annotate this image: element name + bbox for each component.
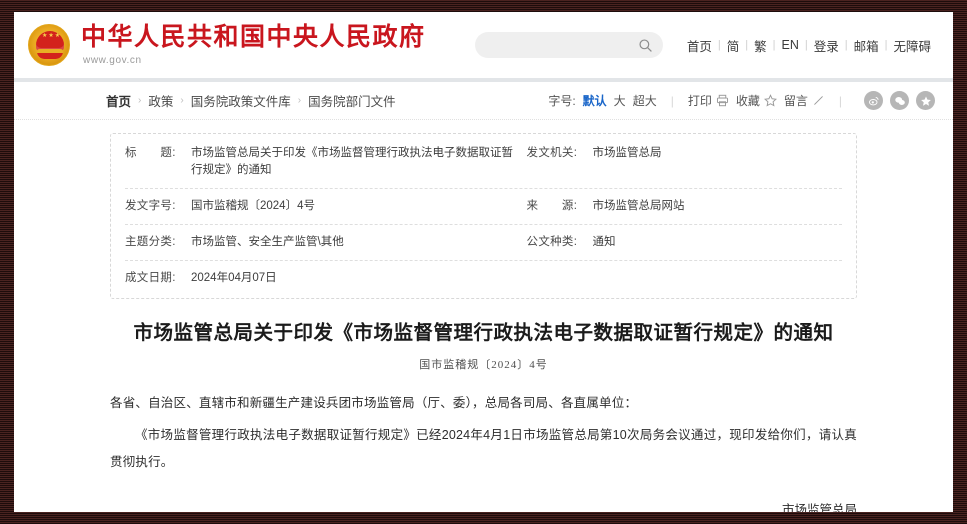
site-brand[interactable]: ★★★ 中华人民共和国中央人民政府 www.gov.cn xyxy=(14,24,426,66)
wechat-icon[interactable] xyxy=(890,91,909,110)
header-link-accessibility[interactable]: 无障碍 xyxy=(887,36,937,55)
breadcrumb-item-policy-library[interactable]: 国务院政策文件库 xyxy=(191,91,291,110)
site-url: www.gov.cn xyxy=(83,55,142,66)
favorite-label: 收藏 xyxy=(735,94,760,108)
search-input[interactable] xyxy=(488,39,638,51)
toolbar-actions: 字号: 默认 大 超大 | 打印 收藏 留言 | xyxy=(548,91,935,110)
meta-source-value: 市场监管总局网站 xyxy=(592,200,685,212)
header-link-home[interactable]: 首页 xyxy=(681,36,718,55)
document-body: 市场监管总局关于印发《市场监督管理行政执法电子数据取证暂行规定》的通知 国市监稽… xyxy=(14,299,953,512)
meta-title-value: 市场监管总局关于印发《市场监督管理行政执法电子数据取证暂行规定》的通知 xyxy=(191,147,513,176)
document-salutation: 各省、自治区、直辖市和新疆生产建设兵团市场监管局（厅、委），总局各司局、各直属单… xyxy=(110,396,638,410)
table-row: 发文字号: 国市监稽规〔2024〕4号 来 源: 市场监管总局网站 xyxy=(125,189,842,225)
meta-docnumber-key: 发文字号: xyxy=(125,200,176,212)
meta-date-key: 成文日期: xyxy=(125,272,176,284)
meta-category-key: 主题分类: xyxy=(125,236,176,248)
header-right: 首页 | 简 | 繁 | EN | 登录 | 邮箱 | 无障碍 xyxy=(474,32,953,58)
header-link-simplified[interactable]: 简 xyxy=(721,36,746,55)
metadata-table: 标 题: 市场监管总局关于印发《市场监督管理行政执法电子数据取证暂行规定》的通知… xyxy=(110,133,857,299)
meta-source-key: 来 源: xyxy=(526,200,578,212)
table-row: 标 题: 市场监管总局关于印发《市场监督管理行政执法电子数据取证暂行规定》的通知… xyxy=(125,136,842,189)
header-links: 首页 | 简 | 繁 | EN | 登录 | 邮箱 | 无障碍 xyxy=(681,36,937,55)
social-share-group xyxy=(864,91,935,110)
chevron-right-icon: › xyxy=(297,95,302,106)
pencil-icon[interactable] xyxy=(812,94,825,107)
page-root: ★★★ 中华人民共和国中央人民政府 www.gov.cn 首页 | 简 | 繁 … xyxy=(14,12,953,512)
national-emblem-icon: ★★★ xyxy=(28,24,70,66)
comment-button[interactable]: 留言 xyxy=(784,92,825,109)
printer-icon[interactable] xyxy=(716,94,729,107)
meta-issuer-value: 市场监管总局 xyxy=(592,147,662,159)
metadata-section: 标 题: 市场监管总局关于印发《市场监督管理行政执法电子数据取证暂行规定》的通知… xyxy=(14,120,953,299)
search-box[interactable] xyxy=(474,32,663,58)
chevron-right-icon: › xyxy=(180,95,184,106)
meta-category-value: 市场监管、安全生产监管\其他 xyxy=(191,236,344,248)
meta-title-key: 标 题: xyxy=(125,147,176,159)
fontsize-xlarge-button[interactable]: 超大 xyxy=(633,92,657,109)
document-signature: 市场监管总局 2024年4月7日 xyxy=(110,498,857,512)
header-link-traditional[interactable]: 繁 xyxy=(748,36,773,55)
table-row: 主题分类: 市场监管、安全生产监管\其他 公文种类: 通知 xyxy=(125,225,842,261)
emblem-stars-icon: ★★★ xyxy=(42,33,62,39)
document-number: 国市监稽规〔2024〕4号 xyxy=(419,359,548,371)
meta-doctype-value: 通知 xyxy=(592,236,616,248)
screenshot-frame: ★★★ 中华人民共和国中央人民政府 www.gov.cn 首页 | 简 | 繁 … xyxy=(0,0,967,524)
fontsize-default-button[interactable]: 默认 xyxy=(583,92,607,109)
meta-issuer-cell: 发文机关: 市场监管总局 xyxy=(527,136,842,188)
document-paragraph: 《市场监督管理行政执法电子数据取证暂行规定》已经2024年4月1日市场监管总局第… xyxy=(110,428,857,469)
meta-issuer-key: 发文机关: xyxy=(526,147,578,159)
favorite-button[interactable]: 收藏 xyxy=(736,92,777,109)
fontsize-large-button[interactable]: 大 xyxy=(614,92,626,109)
print-button[interactable]: 打印 xyxy=(688,92,729,109)
qzone-icon[interactable] xyxy=(916,91,935,110)
header-link-english[interactable]: EN xyxy=(776,38,805,52)
header-link-login[interactable]: 登录 xyxy=(808,36,845,55)
comment-label: 留言 xyxy=(783,94,808,108)
toolbar-divider: | xyxy=(670,93,674,108)
site-title: 中华人民共和国中央人民政府 xyxy=(81,24,426,51)
table-row: 成文日期: 2024年04月07日 xyxy=(125,261,842,296)
brand-text: 中华人民共和国中央人民政府 www.gov.cn xyxy=(81,24,426,66)
page-title: 市场监管总局关于印发《市场监督管理行政执法电子数据取证暂行规定》的通知 xyxy=(133,323,834,344)
meta-date-cell: 成文日期: 2024年04月07日 xyxy=(125,261,527,296)
search-icon[interactable] xyxy=(638,38,653,53)
breadcrumb: 首页 › 政策 › 国务院政策文件库 › 国务院部门文件 xyxy=(106,91,396,110)
meta-docnumber-value: 国市监稽规〔2024〕4号 xyxy=(191,200,315,212)
meta-doctype-cell: 公文种类: 通知 xyxy=(527,225,842,260)
meta-date-value: 2024年04月07日 xyxy=(191,272,277,284)
toolbar: 首页 › 政策 › 国务院政策文件库 › 国务院部门文件 字号: 默认 大 超大… xyxy=(14,82,953,120)
meta-doctype-key: 公文种类: xyxy=(526,236,578,248)
meta-docnumber-cell: 发文字号: 国市监稽规〔2024〕4号 xyxy=(125,189,527,224)
site-header: ★★★ 中华人民共和国中央人民政府 www.gov.cn 首页 | 简 | 繁 … xyxy=(14,12,953,78)
signature-org: 市场监管总局 xyxy=(781,503,857,512)
document-content: 各省、自治区、直辖市和新疆生产建设兵团市场监管局（厅、委），总局各司局、各直属单… xyxy=(110,390,857,476)
meta-source-cell: 来 源: 市场监管总局网站 xyxy=(527,189,842,224)
breadcrumb-item-department-docs[interactable]: 国务院部门文件 xyxy=(308,91,396,110)
chevron-right-icon: › xyxy=(138,95,142,106)
meta-title-cell: 标 题: 市场监管总局关于印发《市场监督管理行政执法电子数据取证暂行规定》的通知 xyxy=(125,136,527,188)
star-icon[interactable] xyxy=(763,94,777,107)
meta-empty-cell xyxy=(527,261,842,296)
meta-category-cell: 主题分类: 市场监管、安全生产监管\其他 xyxy=(125,225,527,260)
breadcrumb-item-home[interactable]: 首页 xyxy=(106,91,131,110)
breadcrumb-item-policy[interactable]: 政策 xyxy=(148,91,173,110)
header-link-mail[interactable]: 邮箱 xyxy=(848,36,885,55)
weibo-icon[interactable] xyxy=(864,91,883,110)
toolbar-divider: | xyxy=(838,93,842,108)
fontsize-label: 字号: xyxy=(548,94,576,108)
print-label: 打印 xyxy=(687,94,712,108)
